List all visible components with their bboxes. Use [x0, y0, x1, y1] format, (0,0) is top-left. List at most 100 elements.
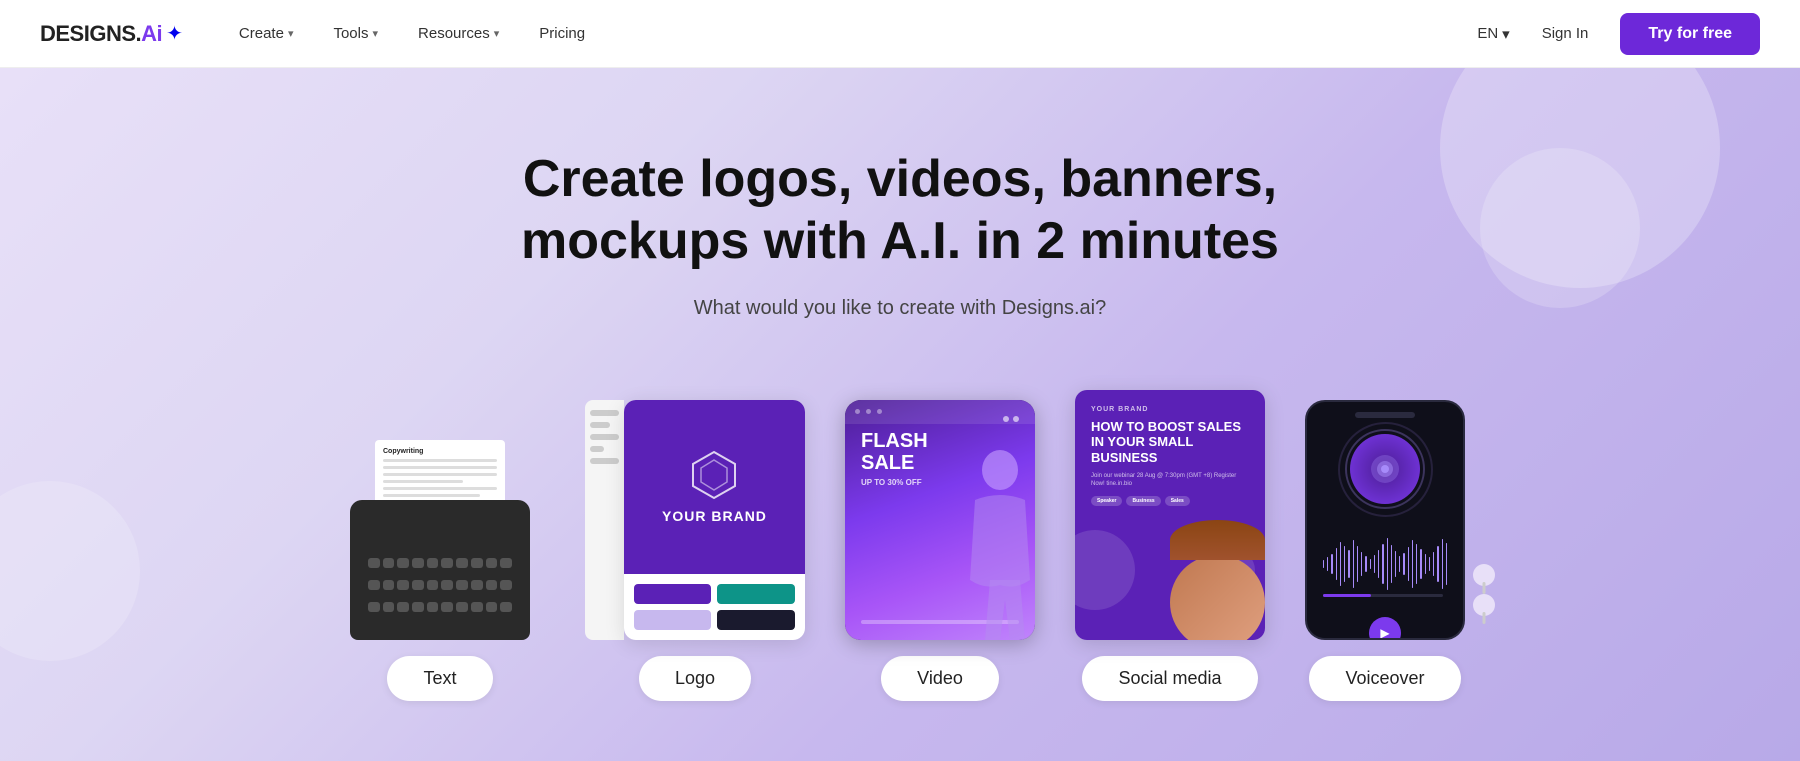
chevron-down-icon: ▾ — [373, 27, 379, 40]
waveform-bar — [1403, 553, 1404, 575]
card-voiceover[interactable]: ▶ Voiceover — [1305, 400, 1465, 701]
waveform-bar — [1365, 556, 1366, 572]
typewriter-visual: Copywriting — [335, 440, 545, 640]
waveform-bar — [1357, 546, 1358, 582]
logo[interactable]: DESIGNS.Ai ✦ — [40, 21, 183, 47]
social-subtext: Join our webinar 28 Aug @ 7:30pm (GMT +8… — [1091, 472, 1249, 489]
voice-waveform — [1323, 534, 1447, 594]
social-tag-business: Business — [1126, 496, 1160, 506]
swatch-teal — [717, 584, 795, 604]
brand-color-swatches — [624, 574, 805, 640]
nav-tools[interactable]: Tools ▾ — [317, 17, 394, 50]
waveform-bar — [1327, 557, 1328, 571]
waveform-bar — [1395, 551, 1396, 577]
waveform-bar — [1340, 542, 1341, 586]
waveform-bar — [1408, 547, 1409, 581]
voice-earbuds — [1473, 564, 1495, 620]
card-video[interactable]: FLASHSALE UP TO 30% OFF Video — [845, 400, 1035, 701]
social-speaker — [1170, 520, 1265, 640]
voice-phone-notch — [1355, 412, 1415, 418]
brand-name-text: YOUR BRAND — [662, 508, 767, 524]
waveform-bar — [1399, 556, 1400, 572]
waveform-bar — [1378, 550, 1379, 578]
cards-row: Copywriting — [150, 390, 1650, 701]
brand-card-top: YOUR BRAND — [624, 400, 805, 574]
voice-visual: ▶ — [1305, 400, 1465, 640]
deco-circle — [0, 481, 140, 661]
card-logo[interactable]: YOUR BRAND Logo — [585, 400, 805, 701]
waveform-bar — [1412, 540, 1413, 588]
voice-earbud-2 — [1473, 594, 1495, 616]
card-social[interactable]: YOUR BRAND HOW TO BOOST SALES IN YOUR SM… — [1075, 390, 1265, 701]
video-flash-sub: UP TO 30% OFF — [861, 478, 922, 487]
social-brand-tag: YOUR BRAND — [1091, 406, 1249, 413]
typewriter-body — [350, 500, 530, 640]
nav-pricing[interactable]: Pricing — [523, 17, 601, 50]
waveform-bar — [1331, 554, 1332, 574]
waveform-bar — [1446, 543, 1447, 585]
card-video-label: Video — [881, 656, 999, 701]
voice-earbud-1 — [1473, 564, 1495, 586]
hero-title: Create logos, videos, banners, mockups w… — [450, 148, 1350, 273]
hero-section: Create logos, videos, banners, mockups w… — [0, 68, 1800, 761]
social-speaker-face — [1170, 555, 1265, 640]
brand-outer: YOUR BRAND — [585, 400, 805, 640]
typewriter-illustration: Copywriting — [335, 440, 545, 640]
social-visual: YOUR BRAND HOW TO BOOST SALES IN YOUR SM… — [1075, 390, 1265, 640]
social-tag-speaker: Speaker — [1091, 496, 1122, 506]
social-speaker-hair — [1170, 520, 1265, 560]
video-card: FLASHSALE UP TO 30% OFF — [845, 400, 1035, 640]
logo-text: DESIGNS.Ai — [40, 21, 162, 47]
swatch-light — [634, 610, 712, 630]
brand-card: YOUR BRAND — [624, 400, 805, 640]
chevron-down-icon: ▾ — [288, 27, 294, 40]
voice-progress-bar — [1323, 594, 1443, 597]
card-logo-label: Logo — [639, 656, 751, 701]
card-social-label: Social media — [1082, 656, 1257, 701]
waveform-bar — [1374, 555, 1375, 573]
video-figure — [935, 440, 1035, 640]
paper-title: Copywriting — [383, 448, 497, 455]
hero-subtitle: What would you like to create with Desig… — [694, 297, 1106, 320]
waveform-bar — [1433, 552, 1434, 576]
waveform-bar — [1391, 545, 1392, 583]
waveform-bar — [1416, 544, 1417, 584]
nav-links: Create ▾ Tools ▾ Resources ▾ Pricing — [223, 17, 1477, 50]
voice-phone: ▶ — [1305, 400, 1465, 640]
navbar: DESIGNS.Ai ✦ Create ▾ Tools ▾ Resources … — [0, 0, 1800, 68]
waveform-bar — [1425, 554, 1426, 574]
waveform-bar — [1442, 539, 1443, 589]
waveform-bar — [1382, 544, 1383, 584]
swatch-purple — [634, 584, 712, 604]
waveform-bar — [1344, 546, 1345, 582]
social-tags: Speaker Business Sales — [1091, 496, 1249, 506]
language-selector[interactable]: EN ▾ — [1477, 25, 1509, 43]
waveform-bar — [1323, 560, 1324, 568]
logo-icon: ✦ — [166, 21, 183, 46]
voice-circle-visual — [1350, 434, 1420, 504]
card-voiceover-label: Voiceover — [1309, 656, 1460, 701]
voice-play-button[interactable]: ▶ — [1369, 617, 1401, 640]
nav-resources[interactable]: Resources ▾ — [402, 17, 515, 50]
waveform-bar — [1429, 557, 1430, 571]
social-deco-circle-big — [1075, 530, 1135, 610]
card-text[interactable]: Copywriting — [335, 440, 545, 701]
waveform-bar — [1361, 552, 1362, 576]
waveform-bar — [1387, 538, 1388, 590]
sign-in-button[interactable]: Sign In — [1526, 17, 1605, 50]
swatch-dark — [717, 610, 795, 630]
video-corner-dots — [1003, 416, 1019, 422]
logo-visual: YOUR BRAND — [585, 400, 805, 640]
video-flash-text: FLASHSALE — [861, 430, 928, 474]
try-free-button[interactable]: Try for free — [1620, 13, 1760, 55]
brand-hex-icon — [689, 450, 739, 500]
social-headline: HOW TO BOOST SALES IN YOUR SMALL BUSINES… — [1091, 419, 1249, 466]
waveform-bar — [1336, 548, 1337, 580]
nav-create[interactable]: Create ▾ — [223, 17, 310, 50]
waveform-bar — [1370, 559, 1371, 569]
waveform-bar — [1353, 540, 1354, 588]
voice-progress-fill — [1323, 594, 1371, 597]
brand-sidebar — [585, 400, 624, 640]
typewriter-keys — [360, 550, 520, 630]
nav-right: EN ▾ Sign In Try for free — [1477, 13, 1760, 55]
